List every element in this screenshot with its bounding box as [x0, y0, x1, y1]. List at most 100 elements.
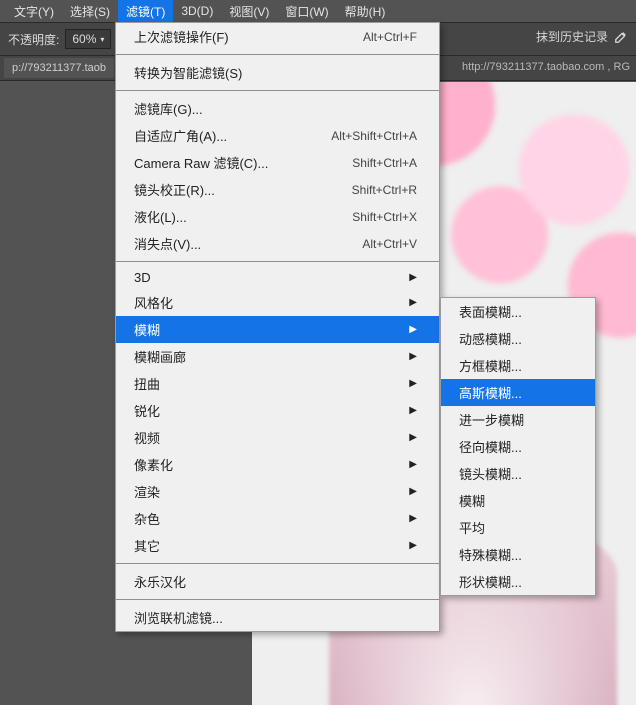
- doc-tab-left[interactable]: p://793211377.taob: [4, 58, 114, 78]
- menu-item-label: 视频: [134, 428, 160, 447]
- menu-item-label: 镜头模糊...: [459, 464, 522, 483]
- menu-item-label: 特殊模糊...: [459, 545, 522, 564]
- shortcut: Alt+Shift+Ctrl+A: [331, 129, 417, 143]
- menu-item-label: 扭曲: [134, 374, 160, 393]
- submenu-arrow-icon: ▶: [409, 378, 417, 389]
- edit-icon: [614, 30, 628, 44]
- menu-item-label: 模糊: [134, 320, 160, 339]
- blur-submenu[interactable]: 表面模糊... 动感模糊... 方框模糊... 高斯模糊... 进一步模糊径向模糊...…: [440, 297, 596, 596]
- blur-submenu-item-1[interactable]: 动感模糊...: [441, 325, 595, 352]
- menu-item-label: 高斯模糊...: [459, 383, 522, 402]
- blur-submenu-item-0[interactable]: 表面模糊...: [441, 298, 595, 325]
- menu-item-label: 模糊: [459, 491, 485, 510]
- filter-menu-item-9[interactable]: 消失点(V)... Alt+Ctrl+V: [116, 230, 439, 257]
- menu-item-label: 动感模糊...: [459, 329, 522, 348]
- submenu-arrow-icon: ▶: [409, 272, 417, 283]
- menu-item-label: 像素化: [134, 455, 173, 474]
- filter-menu-item-16[interactable]: 锐化 ▶: [116, 397, 439, 424]
- filter-menu-item-4[interactable]: 滤镜库(G)...: [116, 95, 439, 122]
- blur-submenu-item-4[interactable]: 进一步模糊: [441, 406, 595, 433]
- menu-item-label: 表面模糊...: [459, 302, 522, 321]
- menu-item-label: 消失点(V)...: [134, 234, 201, 253]
- menu-item-label: 转换为智能滤镜(S): [134, 63, 242, 82]
- shortcut: Shift+Ctrl+R: [352, 183, 417, 197]
- filter-menu-item-18[interactable]: 像素化 ▶: [116, 451, 439, 478]
- blur-submenu-item-9[interactable]: 特殊模糊...: [441, 541, 595, 568]
- menu-item-label: 其它: [134, 536, 160, 555]
- opacity-input[interactable]: 60% ▾: [65, 29, 111, 49]
- menubar-item-3[interactable]: 3D(D): [173, 1, 221, 21]
- filter-menu-item-8[interactable]: 液化(L)...Shift+Ctrl+X: [116, 203, 439, 230]
- filter-menu-item-19[interactable]: 渲染 ▶: [116, 478, 439, 505]
- opacity-label: 不透明度:: [8, 31, 59, 48]
- menu-item-label: 径向模糊...: [459, 437, 522, 456]
- doc-tab-right[interactable]: http://793211377.taobao.com , RG: [456, 56, 636, 78]
- filter-menu-item-7[interactable]: 镜头校正(R)... Shift+Ctrl+R: [116, 176, 439, 203]
- menu-item-label: 永乐汉化: [134, 572, 186, 591]
- filter-menu-item-14[interactable]: 模糊画廊 ▶: [116, 343, 439, 370]
- menu-item-label: 形状模糊...: [459, 572, 522, 591]
- blur-submenu-item-7[interactable]: 模糊: [441, 487, 595, 514]
- filter-menu-item-25[interactable]: 浏览联机滤镜...: [116, 604, 439, 631]
- submenu-arrow-icon: ▶: [409, 405, 417, 416]
- menu-item-label: 风格化: [134, 293, 173, 312]
- menu-item-label: 上次滤镜操作(F): [134, 27, 229, 46]
- menubar-item-1[interactable]: 选择(S): [62, 0, 118, 23]
- history-label: 抹到历史记录: [536, 28, 608, 45]
- separator: [116, 90, 439, 91]
- shortcut: Alt+Ctrl+V: [362, 237, 417, 251]
- chevron-down-icon[interactable]: ▾: [100, 35, 104, 44]
- blur-submenu-item-6[interactable]: 镜头模糊...: [441, 460, 595, 487]
- menu-item-label: 杂色: [134, 509, 160, 528]
- menubar-item-0[interactable]: 文字(Y): [6, 0, 62, 23]
- submenu-arrow-icon: ▶: [409, 540, 417, 551]
- filter-menu-item-5[interactable]: 自适应广角(A)... Alt+Shift+Ctrl+A: [116, 122, 439, 149]
- filter-menu-item-17[interactable]: 视频 ▶: [116, 424, 439, 451]
- menu-item-label: 滤镜库(G)...: [134, 99, 203, 118]
- blur-submenu-item-2[interactable]: 方框模糊...: [441, 352, 595, 379]
- menubar-item-5[interactable]: 窗口(W): [277, 0, 336, 23]
- history-brush-option[interactable]: 抹到历史记录: [536, 28, 628, 45]
- separator: [116, 261, 439, 262]
- menubar-item-2[interactable]: 滤镜(T): [118, 0, 173, 23]
- filter-menu-item-11[interactable]: 3D▶: [116, 266, 439, 289]
- submenu-arrow-icon: ▶: [409, 486, 417, 497]
- menubar-item-6[interactable]: 帮助(H): [337, 0, 394, 23]
- submenu-arrow-icon: ▶: [409, 432, 417, 443]
- menubar-item-4[interactable]: 视图(V): [221, 0, 277, 23]
- filter-menu-item-0[interactable]: 上次滤镜操作(F) Alt+Ctrl+F: [116, 23, 439, 50]
- filter-menu[interactable]: 上次滤镜操作(F) Alt+Ctrl+F 转换为智能滤镜(S) 滤镜库(G)... 自适…: [115, 22, 440, 632]
- blur-submenu-item-3[interactable]: 高斯模糊...: [441, 379, 595, 406]
- menu-item-label: 进一步模糊: [459, 410, 524, 429]
- blur-submenu-item-10[interactable]: 形状模糊...: [441, 568, 595, 595]
- submenu-arrow-icon: ▶: [409, 351, 417, 362]
- menu-item-label: Camera Raw 滤镜(C)...: [134, 153, 268, 172]
- blur-submenu-item-5[interactable]: 径向模糊...: [441, 433, 595, 460]
- separator: [116, 563, 439, 564]
- filter-menu-item-15[interactable]: 扭曲 ▶: [116, 370, 439, 397]
- blur-submenu-item-8[interactable]: 平均: [441, 514, 595, 541]
- menu-item-label: 方框模糊...: [459, 356, 522, 375]
- filter-menu-item-2[interactable]: 转换为智能滤镜(S): [116, 59, 439, 86]
- menu-item-label: 浏览联机滤镜...: [134, 608, 223, 627]
- filter-menu-item-12[interactable]: 风格化 ▶: [116, 289, 439, 316]
- filter-menu-item-23[interactable]: 永乐汉化: [116, 568, 439, 595]
- filter-menu-item-21[interactable]: 其它 ▶: [116, 532, 439, 559]
- menubar: 文字(Y)选择(S)滤镜(T)3D(D)视图(V)窗口(W)帮助(H): [0, 0, 636, 22]
- shortcut: Alt+Ctrl+F: [363, 30, 417, 44]
- submenu-arrow-icon: ▶: [409, 297, 417, 308]
- menu-item-label: 模糊画廊: [134, 347, 186, 366]
- shortcut: Shift+Ctrl+X: [352, 210, 417, 224]
- submenu-arrow-icon: ▶: [409, 459, 417, 470]
- filter-menu-item-20[interactable]: 杂色 ▶: [116, 505, 439, 532]
- menu-item-label: 锐化: [134, 401, 160, 420]
- submenu-arrow-icon: ▶: [409, 513, 417, 524]
- menu-item-label: 渲染: [134, 482, 160, 501]
- filter-menu-item-6[interactable]: Camera Raw 滤镜(C)... Shift+Ctrl+A: [116, 149, 439, 176]
- shortcut: Shift+Ctrl+A: [352, 156, 417, 170]
- menu-item-label: 自适应广角(A)...: [134, 126, 227, 145]
- separator: [116, 599, 439, 600]
- submenu-arrow-icon: ▶: [409, 324, 417, 335]
- filter-menu-item-13[interactable]: 模糊 ▶: [116, 316, 439, 343]
- menu-item-label: 镜头校正(R)...: [134, 180, 215, 199]
